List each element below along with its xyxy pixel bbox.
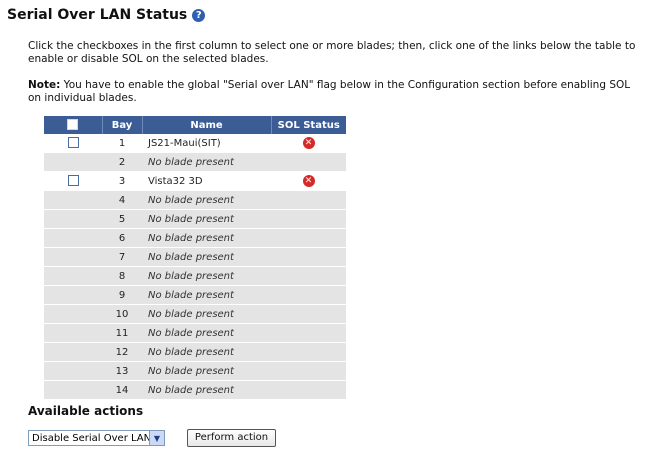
bay-cell: 9 xyxy=(102,285,142,305)
row-select-cell xyxy=(44,228,102,248)
table-row: 13 No blade present xyxy=(44,361,346,381)
row-select-cell xyxy=(44,190,102,210)
blade-name-cell: No blade present xyxy=(142,304,271,324)
sol-status-cell: ✕ xyxy=(271,171,346,191)
row-select-cell xyxy=(44,152,102,172)
sol-status-column-header: SOL Status xyxy=(271,116,346,134)
blade-name-cell: Vista32 3D xyxy=(142,171,271,191)
perform-action-button[interactable]: Perform action xyxy=(187,429,276,447)
instructions-text: Click the checkboxes in the first column… xyxy=(28,40,636,65)
row-select-cell xyxy=(44,247,102,267)
row-select-cell xyxy=(44,285,102,305)
blade-name-cell: No blade present xyxy=(142,209,271,229)
bay-cell: 7 xyxy=(102,247,142,267)
sol-status-table: Bay Name SOL Status 1 JS21-Maui(SIT) ✕ 2 No … xyxy=(44,116,346,400)
bay-cell: 12 xyxy=(102,342,142,362)
sol-status-cell xyxy=(271,380,346,400)
bay-cell: 11 xyxy=(102,323,142,343)
sol-status-cell xyxy=(271,228,346,248)
error-x-icon: ✕ xyxy=(302,175,315,187)
available-actions-heading: Available actions xyxy=(28,404,144,418)
page-title-wrap: Serial Over LAN Status ? xyxy=(7,7,206,23)
bay-cell: 6 xyxy=(102,228,142,248)
table-row: 3 Vista32 3D ✕ xyxy=(44,171,346,191)
sol-status-cell xyxy=(271,209,346,229)
blade-name-cell: No blade present xyxy=(142,361,271,381)
table-row: 1 JS21-Maui(SIT) ✕ xyxy=(44,134,346,153)
chevron-down-icon[interactable]: ▼ xyxy=(149,431,164,445)
sol-status-cell xyxy=(271,323,346,343)
row-select-cell xyxy=(44,361,102,381)
select-all-checkbox[interactable] xyxy=(67,119,79,131)
bay-column-header: Bay xyxy=(102,116,143,134)
sol-status-cell xyxy=(271,342,346,362)
sol-status-cell: ✕ xyxy=(271,134,346,153)
table-row: 5 No blade present xyxy=(44,209,346,229)
row-select-cell xyxy=(44,380,102,400)
note-label: Note: xyxy=(28,79,61,91)
row-checkbox[interactable] xyxy=(67,175,79,187)
table-row: 8 No blade present xyxy=(44,266,346,286)
sol-status-cell xyxy=(271,247,346,267)
bay-cell: 10 xyxy=(102,304,142,324)
table-row: 4 No blade present xyxy=(44,190,346,210)
row-select-cell[interactable] xyxy=(44,134,102,153)
row-select-cell[interactable] xyxy=(44,171,102,191)
page-title: Serial Over LAN Status xyxy=(7,7,188,23)
blade-name-cell: No blade present xyxy=(142,190,271,210)
blade-name-cell: No blade present xyxy=(142,266,271,286)
bay-cell: 13 xyxy=(102,361,142,381)
note-body: You have to enable the global "Serial ov… xyxy=(28,79,631,104)
table-row: 11 No blade present xyxy=(44,323,346,343)
bay-cell: 1 xyxy=(102,134,142,153)
bay-cell: 8 xyxy=(102,266,142,286)
blade-name-cell: No blade present xyxy=(142,342,271,362)
sol-status-cell xyxy=(271,285,346,305)
row-checkbox[interactable] xyxy=(67,137,79,149)
table-header-row: Bay Name SOL Status xyxy=(44,116,346,134)
bay-cell: 4 xyxy=(102,190,142,210)
blade-name-cell: No blade present xyxy=(142,152,271,172)
table-row: 7 No blade present xyxy=(44,247,346,267)
sol-status-cell xyxy=(271,266,346,286)
action-select-value: Disable Serial Over LAN xyxy=(32,432,149,444)
table-row: 6 No blade present xyxy=(44,228,346,248)
table-row: 2 No blade present xyxy=(44,152,346,172)
note-text: Note: You have to enable the global "Ser… xyxy=(28,79,643,105)
table-row: 9 No blade present xyxy=(44,285,346,305)
sol-status-cell xyxy=(271,190,346,210)
row-select-cell xyxy=(44,209,102,229)
bay-cell: 5 xyxy=(102,209,142,229)
help-question-icon[interactable]: ? xyxy=(192,8,206,22)
table-row: 14 No blade present xyxy=(44,380,346,400)
bay-cell: 3 xyxy=(102,171,142,191)
bay-cell: 2 xyxy=(102,152,142,172)
sol-status-cell xyxy=(271,304,346,324)
blade-name-cell: No blade present xyxy=(142,247,271,267)
table-row: 10 No blade present xyxy=(44,304,346,324)
row-select-cell xyxy=(44,323,102,343)
name-column-header: Name xyxy=(142,116,272,134)
blade-name-cell: No blade present xyxy=(142,380,271,400)
blade-name-cell: No blade present xyxy=(142,285,271,305)
blade-name-cell: JS21-Maui(SIT) xyxy=(142,134,271,153)
action-select[interactable]: Disable Serial Over LAN ▼ xyxy=(28,430,165,446)
table-row: 12 No blade present xyxy=(44,342,346,362)
row-select-cell xyxy=(44,342,102,362)
error-x-icon: ✕ xyxy=(302,137,315,149)
row-select-cell xyxy=(44,304,102,324)
row-select-cell xyxy=(44,266,102,286)
bay-cell: 14 xyxy=(102,380,142,400)
sol-status-cell xyxy=(271,361,346,381)
sol-status-cell xyxy=(271,152,346,172)
select-all-header[interactable] xyxy=(44,116,103,134)
blade-name-cell: No blade present xyxy=(142,323,271,343)
blade-name-cell: No blade present xyxy=(142,228,271,248)
